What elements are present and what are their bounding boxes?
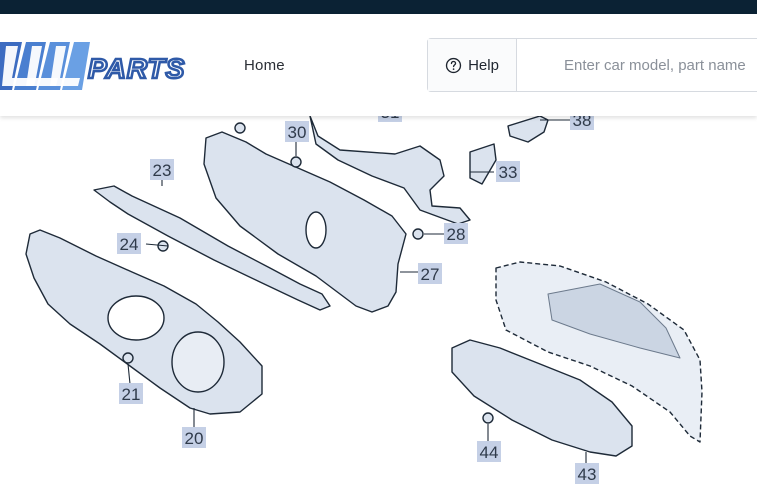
top-bar — [0, 0, 757, 14]
svg-text:28: 28 — [447, 225, 466, 244]
svg-text:31: 31 — [381, 116, 400, 122]
callout-21[interactable]: 21 — [119, 383, 143, 404]
callout-38[interactable]: 38 — [570, 116, 594, 130]
svg-text:23: 23 — [153, 161, 172, 180]
svg-text:30: 30 — [288, 123, 307, 142]
logo-wordmark: PARTS — [88, 53, 185, 84]
part-28-clip[interactable] — [412, 228, 424, 240]
callout-31[interactable]: 31 — [378, 116, 402, 122]
callout-30[interactable]: 30 — [285, 121, 309, 142]
nav-home-link[interactable]: Home — [244, 57, 285, 74]
logo[interactable]: PARTS — [0, 38, 206, 94]
svg-text:38: 38 — [573, 116, 592, 130]
help-circle-icon — [445, 57, 462, 73]
callout-27[interactable]: 27 — [418, 263, 442, 284]
callout-43[interactable]: 43 — [575, 463, 599, 484]
search-box: Help — [427, 38, 757, 92]
part-top-clip[interactable] — [234, 122, 246, 134]
callout-23[interactable]: 23 — [150, 159, 174, 180]
help-label: Help — [468, 56, 499, 74]
callout-24[interactable]: 24 — [117, 233, 141, 254]
search-input[interactable] — [522, 47, 757, 83]
svg-text:43: 43 — [578, 465, 597, 484]
callout-28[interactable]: 28 — [444, 223, 468, 244]
help-button[interactable]: Help — [428, 39, 517, 91]
parts-diagram: 31 38 30 33 23 28 24 27 21 20 44 43 — [25, 116, 703, 484]
callout-33[interactable]: 33 — [496, 161, 520, 182]
svg-text:44: 44 — [480, 443, 499, 462]
svg-text:21: 21 — [122, 385, 141, 404]
svg-text:24: 24 — [120, 235, 139, 254]
callout-20[interactable]: 20 — [182, 427, 206, 448]
site-header: PARTS Home Help — [0, 14, 757, 116]
svg-text:27: 27 — [421, 265, 440, 284]
callout-44[interactable]: 44 — [477, 441, 501, 462]
part-21-clip[interactable] — [122, 352, 134, 364]
part-33-bracket[interactable] — [469, 143, 497, 185]
svg-text:20: 20 — [185, 429, 204, 448]
part-44-clip[interactable] — [482, 412, 494, 424]
part-30-clip[interactable] — [290, 156, 302, 168]
svg-text:33: 33 — [499, 163, 518, 182]
